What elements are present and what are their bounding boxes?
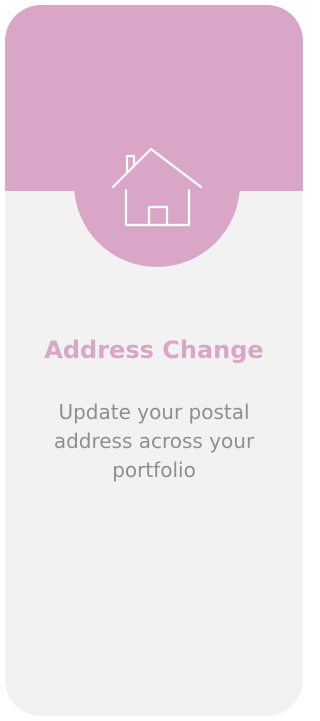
card-title: Address Change <box>44 336 264 364</box>
address-change-card[interactable]: Address Change Update your postal addres… <box>5 5 303 716</box>
card-description: Update your postal address across your p… <box>53 400 255 482</box>
home-icon <box>111 147 203 227</box>
